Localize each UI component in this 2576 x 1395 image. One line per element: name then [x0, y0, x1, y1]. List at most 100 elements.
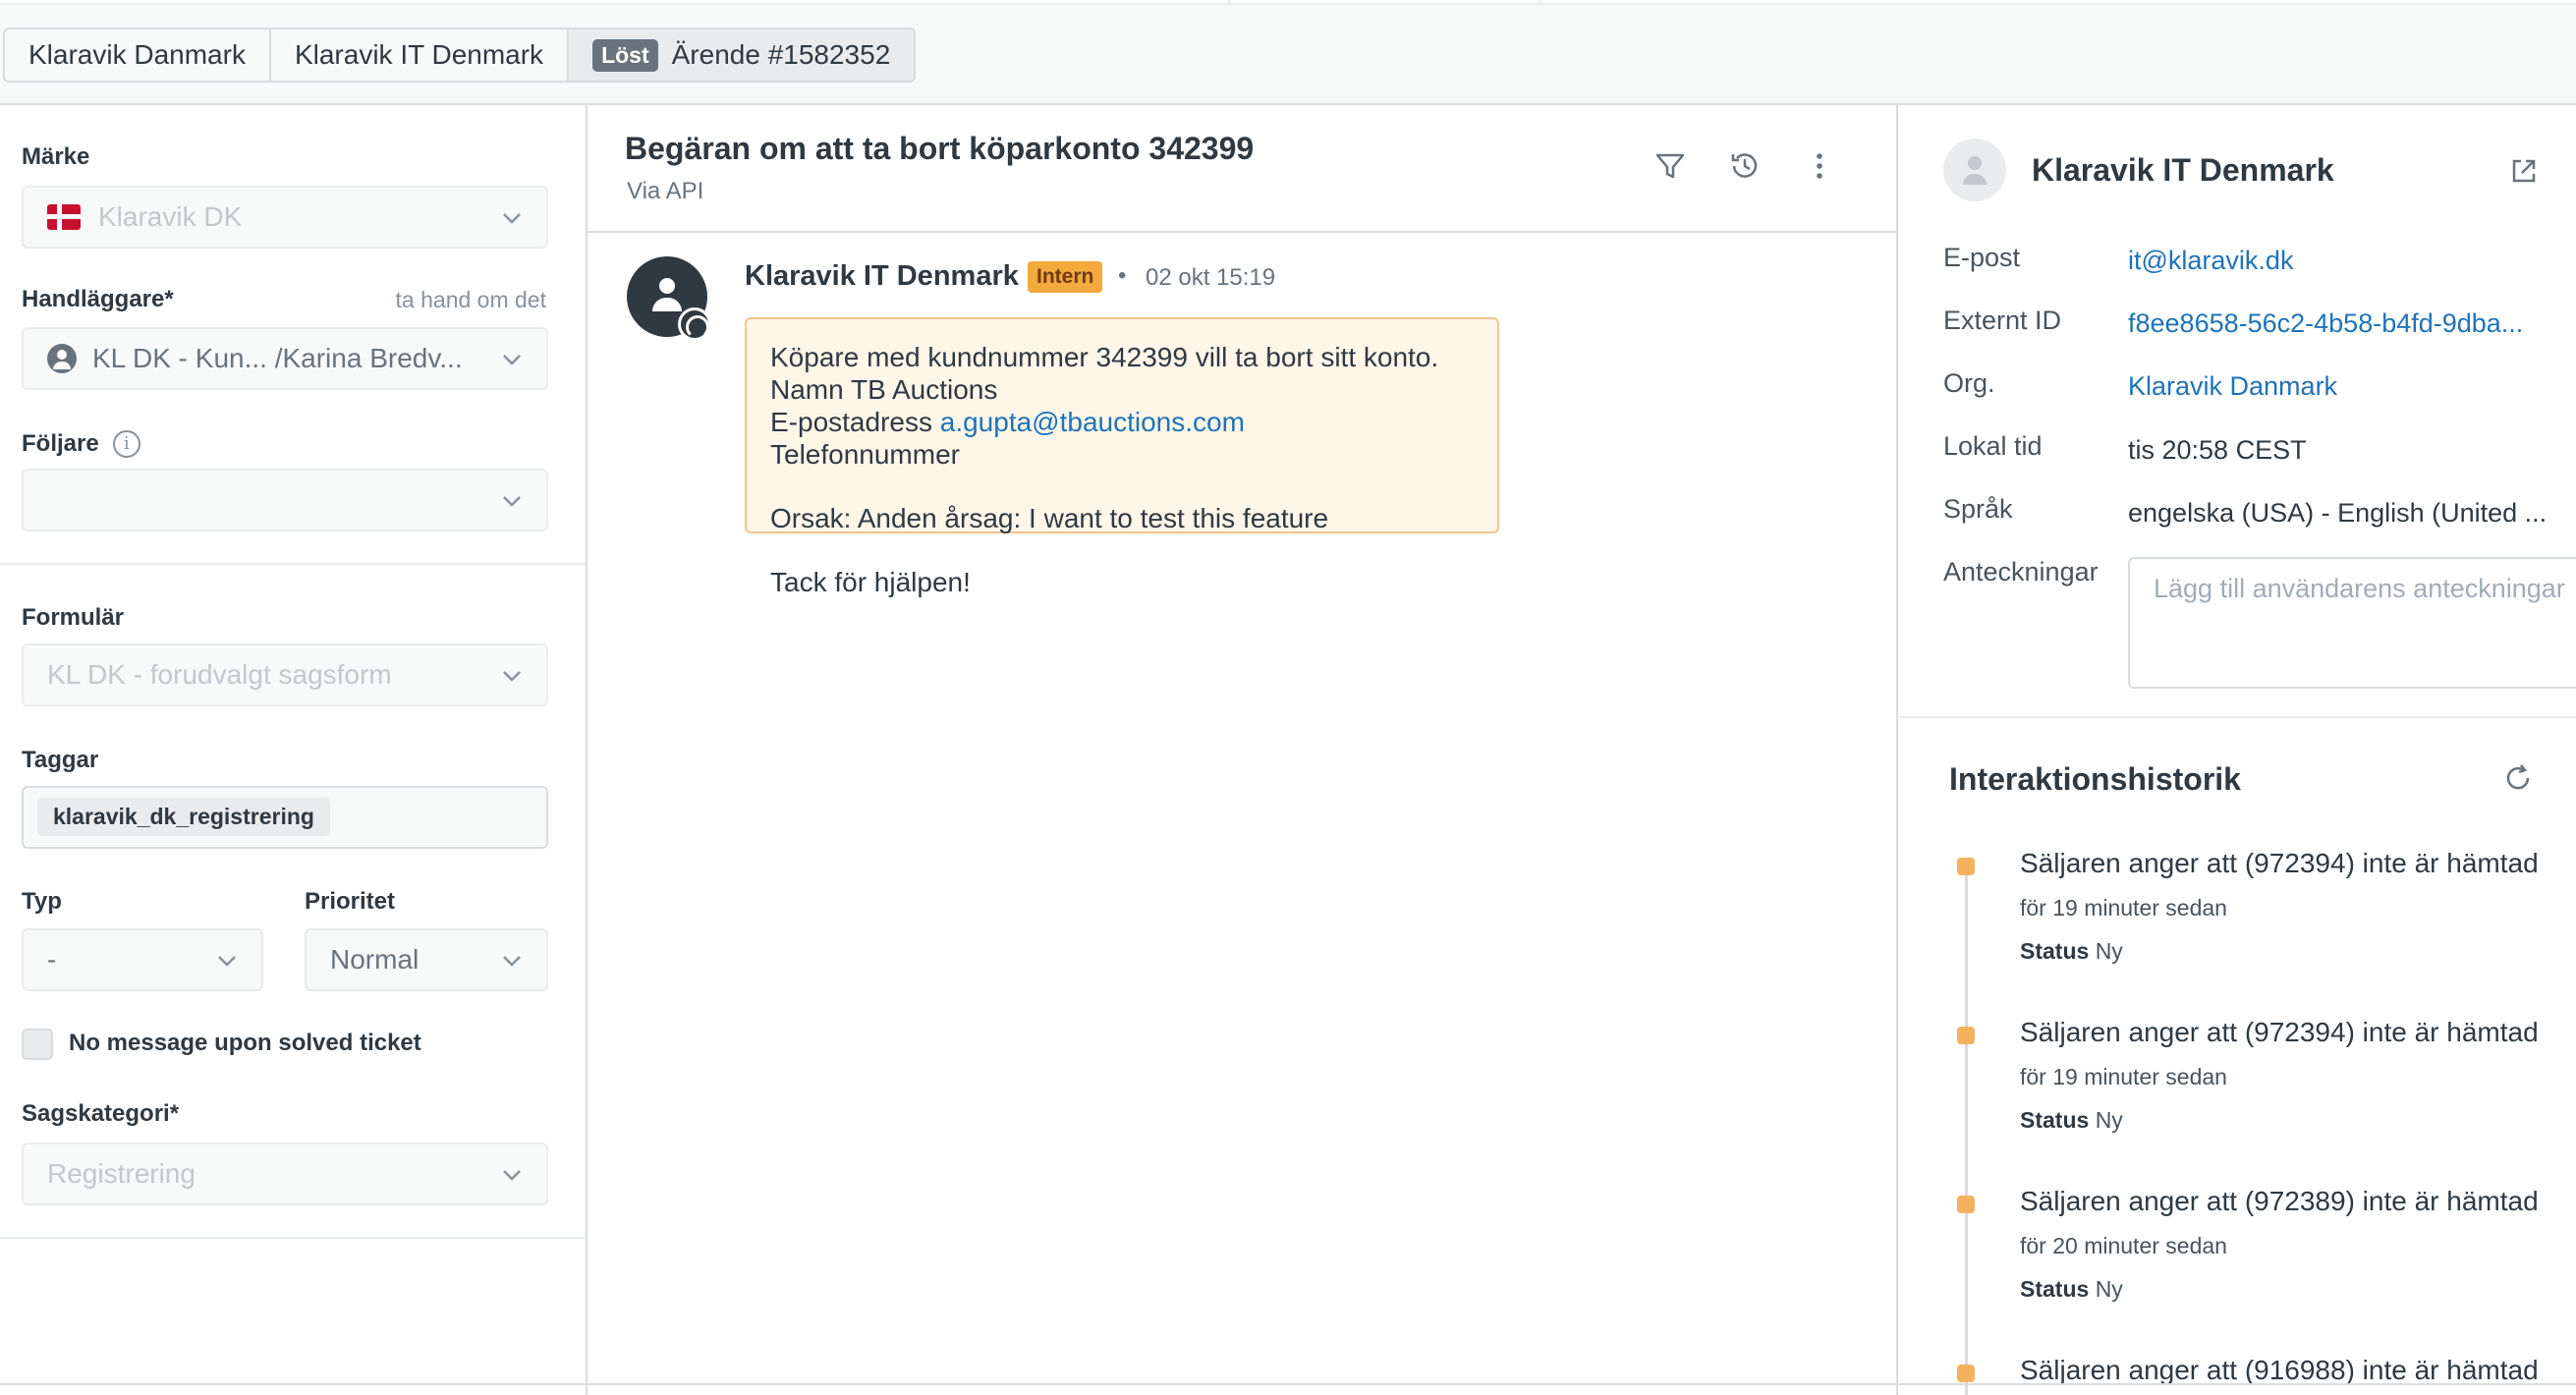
message-line: Tack för hjälpen!: [770, 567, 971, 597]
type-value: -: [47, 944, 57, 975]
user-avatar-icon: [47, 344, 77, 373]
info-icon[interactable]: i: [112, 430, 140, 458]
requester-context-panel: Klaravik IT Denmark E-post it@klaravik.d…: [1896, 105, 2576, 1395]
breadcrumb-bar: Klaravik Danmark Klaravik IT Denmark Lös…: [0, 5, 2576, 105]
message-line-email: E-postadress a.gupta@tbauctions.com: [770, 407, 1245, 437]
assignee-value: KL DK - Kun... /Karina Bredv...: [92, 343, 463, 373]
headset-icon: [678, 307, 711, 341]
breadcrumb: Klaravik Danmark Klaravik IT Denmark Lös…: [3, 28, 917, 83]
requester-avatar: [1943, 139, 2006, 201]
chevron-down-icon: [503, 496, 521, 507]
brand-label: Märke: [22, 143, 90, 170]
priority-value: Normal: [330, 944, 420, 975]
form-select[interactable]: KL DK - forudvalgt sagsform: [22, 643, 548, 706]
history-event-status: Status Ny: [2020, 1276, 2123, 1302]
category-select[interactable]: Registrering: [22, 1143, 548, 1205]
field-label-email: E-post: [1943, 243, 2021, 272]
followers-label-row: Följare i: [22, 430, 140, 458]
message-line: Namn TB Auctions: [770, 374, 998, 405]
type-label: Typ: [22, 888, 62, 915]
category-label: Sagskategori*: [22, 1100, 180, 1127]
divider: [1898, 716, 2576, 718]
message-timestamp: 02 okt 15:19: [1146, 264, 1276, 291]
history-event-time: för 19 minuter sedan: [2020, 895, 2227, 921]
history-event-time: för 20 minuter sedan: [2020, 1233, 2227, 1258]
divider: [0, 1237, 586, 1239]
timeline-line: [1965, 864, 1968, 1395]
divider: [0, 563, 586, 565]
agent-avatar: [627, 256, 711, 341]
bottom-border: [0, 1383, 2576, 1385]
ticket-number: Ärende #1582352: [671, 39, 891, 70]
field-label-local-time: Lokal tid: [1943, 431, 2043, 461]
assignee-select[interactable]: KL DK - Kun... /Karina Bredv...: [22, 327, 548, 390]
form-label: Formulär: [22, 604, 125, 631]
breadcrumb-requester[interactable]: Klaravik IT Denmark: [270, 29, 570, 81]
chevron-down-icon: [503, 671, 521, 682]
breadcrumb-organization[interactable]: Klaravik Danmark: [5, 29, 271, 81]
field-label-external-id: Externt ID: [1943, 306, 2062, 335]
email-link[interactable]: a.gupta@tbauctions.com: [940, 407, 1245, 437]
brand-select[interactable]: Klaravik DK: [22, 186, 548, 249]
refresh-icon[interactable]: [2501, 761, 2535, 795]
external-id-link[interactable]: f8ee8658-56c2-4b58-b4fd-9dba...: [2128, 308, 2523, 339]
followers-label: Följare: [22, 430, 99, 457]
history-event-time: för 19 minuter sedan: [2020, 1064, 2227, 1089]
chevron-down-icon: [503, 1170, 521, 1181]
filter-icon[interactable]: [1652, 148, 1688, 184]
history-event-title[interactable]: Säljaren anger att (972389) inte är hämt…: [2020, 1186, 2539, 1217]
ticket-channel: Via API: [627, 178, 704, 204]
divider: [588, 231, 1896, 233]
chevron-down-icon: [503, 956, 521, 967]
no-message-checkbox[interactable]: [22, 1029, 53, 1060]
type-select[interactable]: -: [22, 928, 263, 991]
history-event-title[interactable]: Säljaren anger att (972394) inte är hämt…: [2020, 1017, 2539, 1048]
more-options-icon[interactable]: [1802, 148, 1837, 184]
take-it-link[interactable]: ta hand om det: [396, 287, 546, 313]
message-line: Orsak: Anden årsag: I want to test this …: [770, 503, 1329, 533]
message-line: Telefonnummer: [770, 439, 960, 470]
tags-label: Taggar: [22, 747, 99, 773]
message-line: Köpare med kundnummer 342399 vill ta bor…: [770, 342, 1439, 372]
breadcrumb-ticket[interactable]: Löst Ärende #1582352: [569, 29, 915, 81]
history-event-title[interactable]: Säljaren anger att (916988) inte är hämt…: [2020, 1355, 2539, 1386]
brand-value: Klaravik DK: [98, 201, 243, 232]
field-label-notes: Anteckningar: [1943, 557, 2099, 586]
chevron-down-icon: [503, 355, 521, 365]
conversation-toolbar: [1652, 148, 1837, 184]
language-value: engelska (USA) - English (United ...: [2128, 498, 2548, 528]
ticket-title: Begäran om att ta bort köparkonto 342399: [625, 131, 1255, 166]
timeline-dot: [1957, 1196, 1975, 1213]
followers-select[interactable]: [22, 469, 548, 531]
timeline-dot: [1957, 858, 1975, 875]
history-event-title[interactable]: Säljaren anger att (972394) inte är hämt…: [2020, 848, 2539, 879]
ticket-properties-panel: Märke Klaravik DK Handläggare* ta hand o…: [0, 105, 588, 1395]
open-external-icon[interactable]: [2507, 154, 2541, 188]
message-author[interactable]: Klaravik IT Denmark: [745, 260, 1019, 293]
status-badge: Löst: [592, 38, 658, 72]
priority-label: Prioritet: [305, 888, 396, 915]
priority-select[interactable]: Normal: [305, 928, 548, 991]
conversation-panel: Begäran om att ta bort köparkonto 342399…: [588, 105, 1896, 1395]
history-event-status: Status Ny: [2020, 1107, 2123, 1133]
category-value: Registrering: [47, 1158, 196, 1189]
no-message-checkbox-label: No message upon solved ticket: [69, 1030, 421, 1056]
chevron-down-icon: [218, 956, 236, 967]
requester-name: Klaravik IT Denmark: [2032, 152, 2334, 188]
separator-dot: •: [1118, 262, 1127, 289]
timeline-dot: [1957, 1365, 1975, 1382]
denmark-flag-icon: [47, 204, 81, 230]
tags-input[interactable]: klaravik_dk_registrering: [22, 786, 548, 849]
local-time-value: tis 20:58 CEST: [2128, 435, 2307, 465]
history-icon[interactable]: [1727, 148, 1763, 184]
tag-chip[interactable]: klaravik_dk_registrering: [37, 798, 330, 836]
interaction-history-title: Interaktionshistorik: [1949, 761, 2241, 797]
user-notes-textarea[interactable]: Lägg till användarens anteckningar: [2128, 557, 2576, 689]
assignee-label: Handläggare*: [22, 286, 174, 312]
form-value: KL DK - forudvalgt sagsform: [47, 659, 392, 690]
organization-link[interactable]: Klaravik Danmark: [2128, 371, 2337, 402]
internal-badge: Intern: [1028, 261, 1103, 293]
history-event-status: Status Ny: [2020, 938, 2123, 964]
email-link[interactable]: it@klaravik.dk: [2128, 246, 2293, 276]
internal-note-bubble: Köpare med kundnummer 342399 vill ta bor…: [745, 317, 1499, 597]
